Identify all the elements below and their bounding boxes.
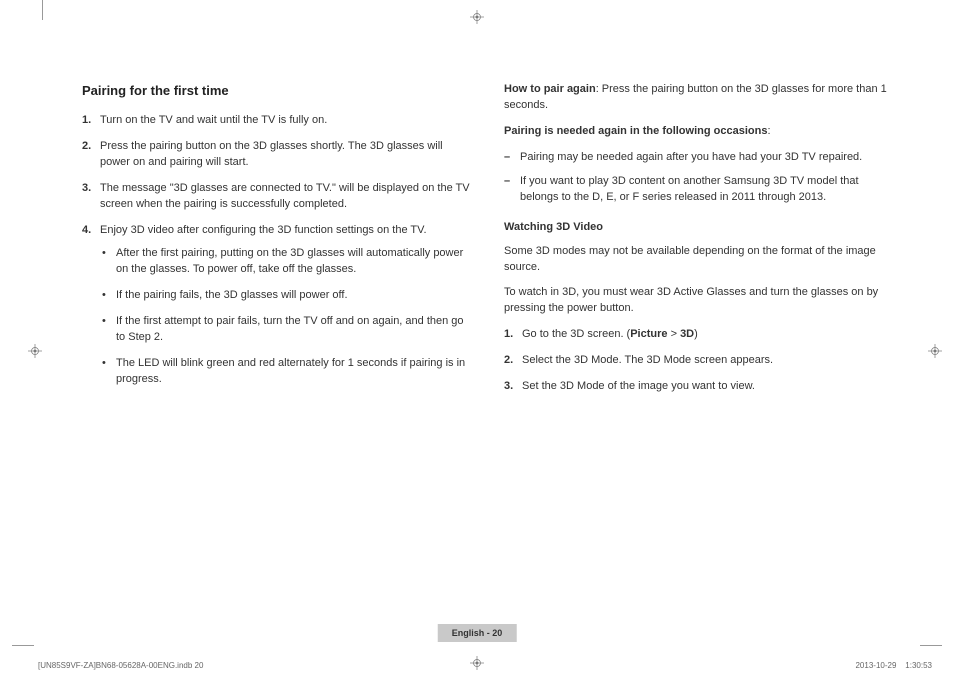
list-number: 1. [82,113,100,129]
watching-heading: Watching 3D Video [504,220,894,236]
label: Pairing is needed again in the following… [504,125,767,137]
section-heading: Pairing for the first time [82,82,472,101]
menu-path: Picture [630,328,667,340]
print-footer: [UN85S9VF-ZA]BN68-05628A-00ENG.indb 20 2… [38,661,932,670]
list-item: •If the first attempt to pair fails, tur… [100,314,472,346]
list-number: 2. [82,139,100,171]
list-item: •After the first pairing, putting on the… [100,246,472,278]
paragraph: Some 3D modes may not be available depen… [504,244,894,276]
list-text: Press the pairing button on the 3D glass… [100,139,472,171]
list-text: If the pairing fails, the 3D glasses wil… [116,288,348,304]
footer-filename: [UN85S9VF-ZA]BN68-05628A-00ENG.indb 20 [38,661,203,670]
list-number: 3. [504,379,522,395]
list-text: The message "3D glasses are connected to… [100,181,472,213]
watching-steps-list: 1. Go to the 3D screen. (Picture > 3D) 2… [504,327,894,395]
page-content: Pairing for the first time 1. Turn on th… [82,82,894,408]
list-text: The LED will blink green and red alterna… [116,356,472,388]
list-text: If the first attempt to pair fails, turn… [116,314,472,346]
list-text: Pairing may be needed again after you ha… [520,150,862,166]
list-item: 3. Set the 3D Mode of the image you want… [504,379,894,395]
dash-icon: – [504,174,520,206]
list-item: 2. Press the pairing button on the 3D gl… [82,139,472,171]
registration-mark-icon [28,344,42,358]
page-number-label: English - 20 [438,624,517,642]
list-text: After the first pairing, putting on the … [116,246,472,278]
list-text: Go to the 3D screen. (Picture > 3D) [522,327,894,343]
footer-timestamp: 2013-10-29 1:30:53 [855,661,932,670]
list-item: 1. Go to the 3D screen. (Picture > 3D) [504,327,894,343]
dash-icon: – [504,150,520,166]
paragraph: To watch in 3D, you must wear 3D Active … [504,285,894,317]
colon: : [767,125,770,137]
crop-mark [12,645,34,646]
menu-path: 3D [680,328,694,340]
how-to-pair-again: How to pair again: Press the pairing but… [504,82,894,114]
registration-mark-icon [928,344,942,358]
list-item: 1. Turn on the TV and wait until the TV … [82,113,472,129]
pairing-needed-heading: Pairing is needed again in the following… [504,124,894,140]
left-column: Pairing for the first time 1. Turn on th… [82,82,472,408]
label: How to pair again [504,83,596,95]
crop-mark [42,0,43,20]
bullet-icon: • [100,246,116,278]
registration-mark-icon [470,10,484,24]
pairing-needed-list: –Pairing may be needed again after you h… [504,150,894,206]
list-item: 3. The message "3D glasses are connected… [82,181,472,213]
pairing-notes-list: •After the first pairing, putting on the… [100,246,472,388]
list-number: 1. [504,327,522,343]
list-text: Turn on the TV and wait until the TV is … [100,113,472,129]
crop-mark [920,645,942,646]
list-item: •If the pairing fails, the 3D glasses wi… [100,288,472,304]
list-item: –Pairing may be needed again after you h… [504,150,894,166]
list-item: 2. Select the 3D Mode. The 3D Mode scree… [504,353,894,369]
bullet-icon: • [100,288,116,304]
bullet-icon: • [100,314,116,346]
list-text: Select the 3D Mode. The 3D Mode screen a… [522,353,894,369]
list-number: 4. [82,223,100,399]
list-number: 3. [82,181,100,213]
list-text: If you want to play 3D content on anothe… [520,174,894,206]
pairing-steps-list: 1. Turn on the TV and wait until the TV … [82,113,472,398]
list-text: Set the 3D Mode of the image you want to… [522,379,894,395]
list-number: 2. [504,353,522,369]
right-column: How to pair again: Press the pairing but… [504,82,894,408]
list-item: •The LED will blink green and red altern… [100,356,472,388]
list-text: Enjoy 3D video after configuring the 3D … [100,224,427,236]
list-item: –If you want to play 3D content on anoth… [504,174,894,206]
list-item: 4. Enjoy 3D video after configuring the … [82,223,472,399]
bullet-icon: • [100,356,116,388]
